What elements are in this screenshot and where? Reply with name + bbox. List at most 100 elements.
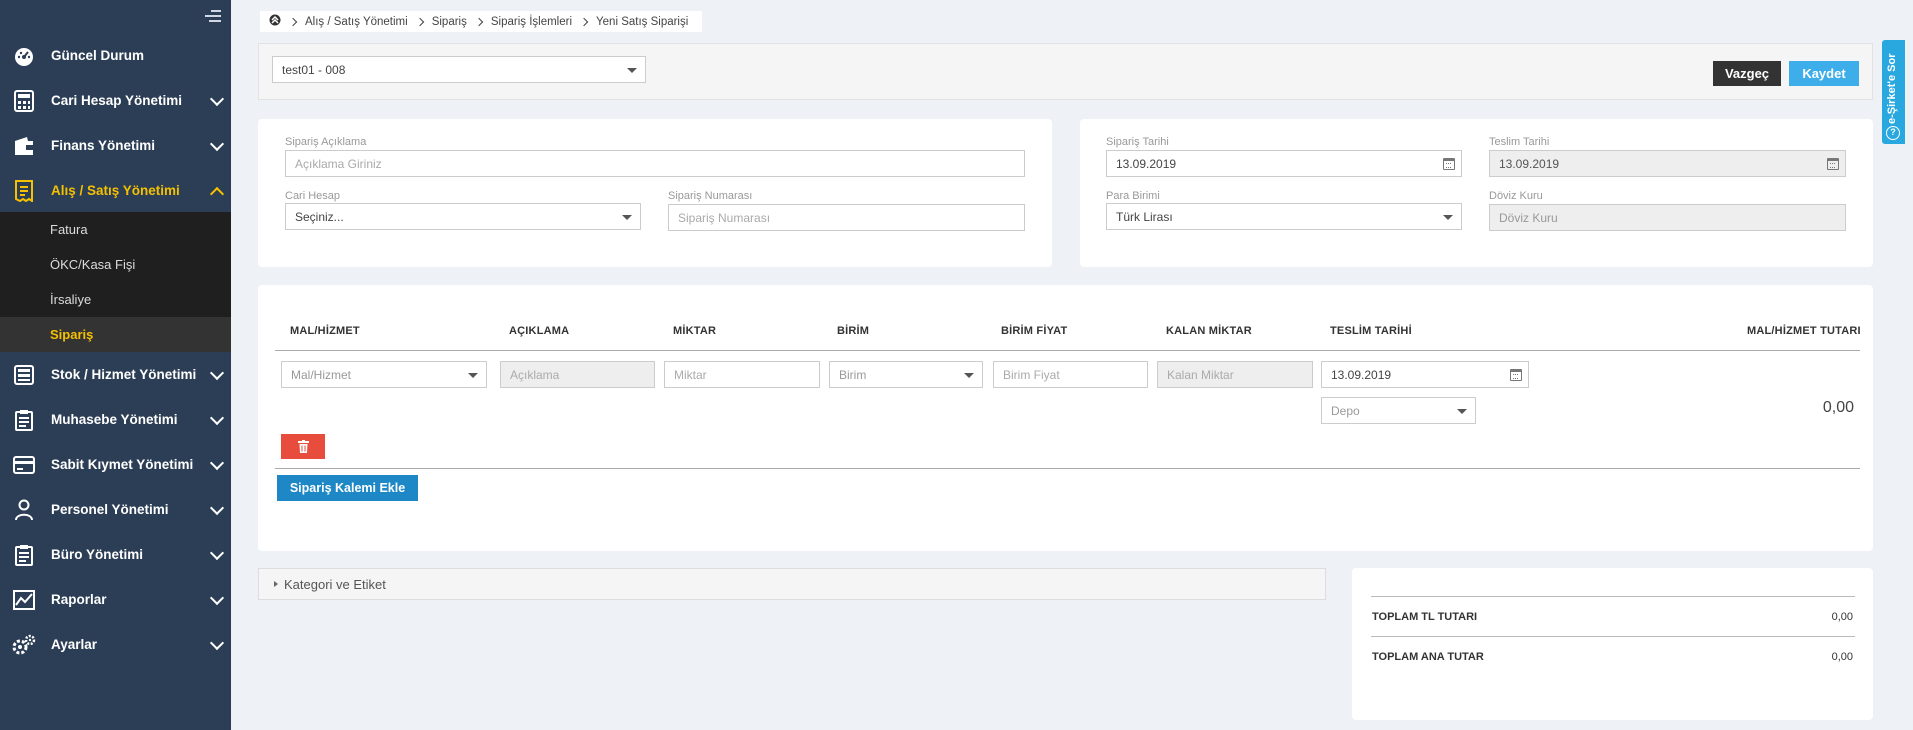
sidebar-item-ayarlar[interactable]: Ayarlar (0, 622, 231, 667)
sidebar-item-muhasebe[interactable]: Muhasebe Yönetimi (0, 397, 231, 442)
sidebar-item-label: Sabit Kıymet Yönetimi (51, 457, 194, 472)
home-icon[interactable] (269, 14, 281, 29)
cari-hesap-select[interactable]: Seçiniz... (285, 203, 641, 230)
order-dates-panel (1080, 119, 1873, 267)
gears-icon (12, 633, 36, 657)
submenu-item-fatura[interactable]: Fatura (0, 212, 231, 247)
th-kalan-miktar: KALAN MİKTAR (1166, 325, 1252, 337)
company-select[interactable]: test01 - 008 (272, 56, 646, 83)
caret-down-icon (1443, 215, 1453, 220)
calendar-icon[interactable] (1510, 369, 1522, 381)
aciklama-row-input: Açıklama (500, 361, 655, 388)
chart-icon (12, 588, 36, 612)
sidebar-item-alis-satis[interactable]: Alış / Satış Yönetimi (0, 168, 231, 213)
menu-collapse-icon[interactable] (205, 10, 221, 24)
birim-select[interactable]: Birim (829, 361, 983, 388)
breadcrumb-item[interactable]: Sipariş (432, 16, 467, 28)
clipboard-icon (12, 408, 36, 432)
total-main-value: 0,00 (1831, 651, 1853, 663)
doviz-kuru-input: Döviz Kuru (1489, 204, 1846, 231)
calendar-icon[interactable] (1443, 158, 1455, 170)
sidebar-item-personel[interactable]: Personel Yönetimi (0, 487, 231, 532)
sidebar-item-label: Stok / Hizmet Yönetimi (51, 367, 197, 382)
totals-divider (1371, 636, 1855, 637)
submenu-item-siparis[interactable]: Sipariş (0, 317, 231, 352)
cancel-button[interactable]: Vazgeç (1713, 61, 1781, 86)
chevron-right-icon (288, 17, 298, 26)
sidebar-item-cari-hesap[interactable]: Cari Hesap Yönetimi (0, 78, 231, 123)
mal-hizmet-select[interactable]: Mal/Hizmet (281, 361, 487, 388)
chevron-down-icon (209, 365, 225, 381)
siparis-tarihi-input[interactable]: 13.09.2019 (1106, 150, 1462, 177)
submenu-item-okc[interactable]: ÖKC/Kasa Fişi (0, 247, 231, 282)
row-teslim-tarihi-input[interactable]: 13.09.2019 (1321, 361, 1529, 388)
save-button[interactable]: Kaydet (1789, 61, 1859, 86)
chevron-down-icon (209, 500, 225, 516)
teslim-tarihi-input: 13.09.2019 (1489, 150, 1846, 177)
help-tab[interactable]: e-Şirket'e Sor ? (1882, 40, 1905, 144)
sidebar-item-finans[interactable]: Finans Yönetimi (0, 123, 231, 168)
chevron-right-icon (579, 17, 589, 26)
sidebar-item-label: Ayarlar (51, 637, 98, 652)
para-birimi-select[interactable]: Türk Lirası (1106, 203, 1462, 230)
breadcrumb-current: Yeni Satış Siparişi (596, 15, 689, 28)
sidebar-item-guncel-durum[interactable]: Güncel Durum (0, 33, 231, 78)
teslim-tarihi-label: Teslim Tarihi (1489, 136, 1550, 148)
row-total-value: 0,00 (1822, 399, 1854, 416)
order-info-panel (258, 119, 1052, 267)
add-order-line-button[interactable]: Sipariş Kalemi Ekle (277, 475, 418, 501)
sidebar-item-label: Finans Yönetimi (51, 138, 156, 153)
sidebar-item-label: Alış / Satış Yönetimi (51, 183, 180, 198)
sidebar-item-buro[interactable]: Büro Yönetimi (0, 532, 231, 577)
category-tag-accordion[interactable]: Kategori ve Etiket (258, 568, 1326, 600)
total-tl-value: 0,00 (1831, 611, 1853, 623)
breadcrumb: Alış / Satış Yönetimi Sipariş Sipariş İş… (260, 11, 703, 32)
chevron-right-icon (474, 17, 484, 26)
table-footer-divider (275, 468, 1860, 469)
para-birimi-value: Türk Lirası (1116, 209, 1173, 224)
birim-fiyat-input[interactable]: Birim Fiyat (993, 361, 1148, 388)
sidebar-item-label: Raporlar (51, 592, 107, 607)
caret-down-icon (964, 373, 974, 378)
totals-divider (1371, 596, 1855, 597)
doviz-kuru-label: Döviz Kuru (1489, 190, 1543, 202)
chevron-down-icon (209, 136, 225, 152)
caret-down-icon (468, 373, 478, 378)
submenu-alis-satis: Fatura ÖKC/Kasa Fişi İrsaliye Sipariş (0, 212, 231, 352)
credit-card-icon (12, 453, 36, 477)
chevron-right-icon (415, 17, 424, 26)
sidebar-item-raporlar[interactable]: Raporlar (0, 577, 231, 622)
siparis-no-input[interactable]: Sipariş Numarası (668, 204, 1025, 231)
total-tl-label: TOPLAM TL TUTARI (1372, 611, 1478, 623)
chevron-down-icon (209, 410, 225, 426)
breadcrumb-item[interactable]: Alış / Satış Yönetimi (305, 16, 408, 28)
accordion-label: Kategori ve Etiket (284, 576, 386, 592)
para-birimi-label: Para Birimi (1106, 190, 1160, 202)
receipt-icon (12, 179, 36, 203)
question-icon: ? (1886, 126, 1900, 140)
depo-select[interactable]: Depo (1321, 397, 1476, 424)
siparis-tarihi-value: 13.09.2019 (1116, 156, 1177, 171)
clipboard-icon (12, 543, 36, 567)
th-tutar: MAL/HİZMET TUTARI (1747, 325, 1861, 337)
chevron-down-icon (209, 545, 225, 561)
sidebar-item-stok[interactable]: Stok / Hizmet Yönetimi (0, 352, 231, 397)
table-header-divider (275, 350, 1860, 351)
sidebar-item-label: Muhasebe Yönetimi (51, 412, 178, 427)
mal-hizmet-value: Mal/Hizmet (291, 367, 352, 382)
th-miktar: MİKTAR (673, 325, 717, 337)
person-icon (12, 498, 36, 522)
siparis-no-label: Sipariş Numarası (668, 190, 753, 202)
breadcrumb-item[interactable]: Sipariş İşlemleri (491, 16, 572, 28)
delete-row-button[interactable] (281, 434, 325, 459)
sidebar-item-label: Cari Hesap Yönetimi (51, 93, 183, 108)
th-birim: BİRİM (837, 325, 870, 337)
kalan-miktar-input: Kalan Miktar (1157, 361, 1313, 388)
sidebar-item-sabit-kiymet[interactable]: Sabit Kıymet Yönetimi (0, 442, 231, 487)
submenu-item-irsaliye[interactable]: İrsaliye (0, 282, 231, 317)
stock-icon (12, 363, 36, 387)
th-aciklama: AÇIKLAMA (509, 325, 570, 337)
th-birim-fiyat: BİRİM FİYAT (1001, 325, 1068, 337)
aciklama-input[interactable]: Açıklama Giriniz (285, 150, 1025, 177)
miktar-input[interactable]: Miktar (664, 361, 820, 388)
